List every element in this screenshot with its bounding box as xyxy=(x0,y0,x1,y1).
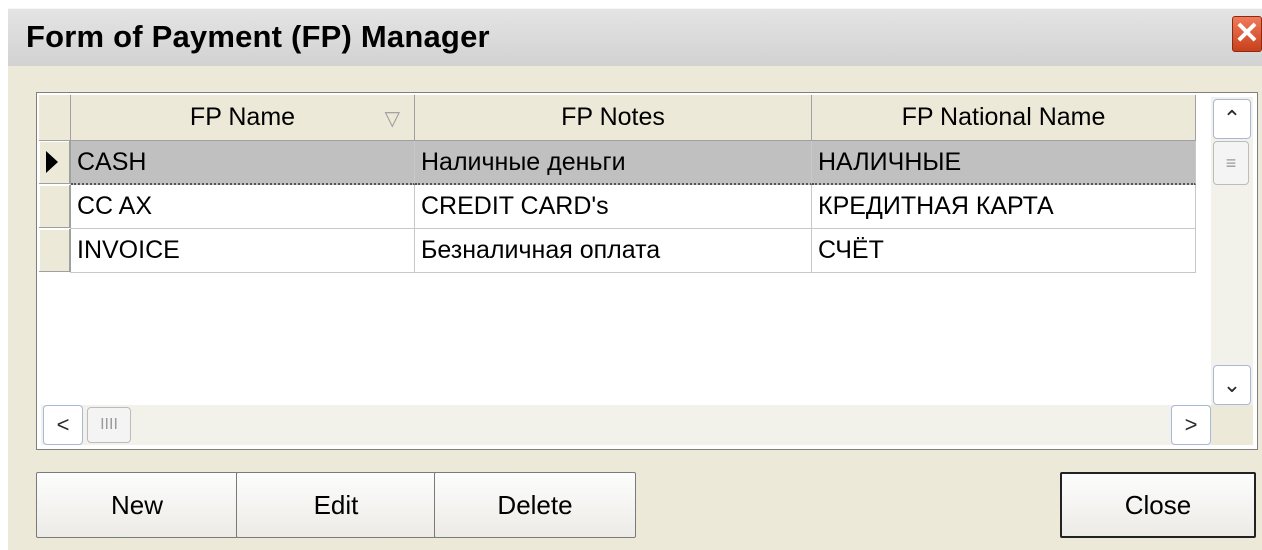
grid-corner xyxy=(39,95,71,141)
column-header-label: FP Notes xyxy=(561,103,665,131)
column-header-fp-name[interactable]: FP Name ▽ xyxy=(71,95,415,141)
current-row-arrow-icon xyxy=(46,151,58,173)
fp-manager-window: Form of Payment (FP) Manager ✕ FP Name ▽… xyxy=(0,0,1262,550)
horizontal-scrollbar[interactable]: < IIII > xyxy=(41,405,1213,445)
close-icon[interactable]: ✕ xyxy=(1232,16,1262,52)
cell-fp-national-name[interactable]: НАЛИЧНЫЕ xyxy=(812,141,1196,185)
vertical-scrollbar[interactable]: ⌃ ≡ ⌄ xyxy=(1211,97,1253,407)
vertical-scroll-thumb[interactable]: ≡ xyxy=(1213,141,1249,185)
row-selector[interactable] xyxy=(39,185,71,229)
column-header-fp-notes[interactable]: FP Notes xyxy=(415,95,812,141)
cell-fp-notes[interactable]: Безналичная оплата xyxy=(415,229,812,273)
cell-fp-notes[interactable]: Наличные деньги xyxy=(415,141,812,185)
scroll-up-button[interactable]: ⌃ xyxy=(1213,99,1251,139)
column-header-label: FP National Name xyxy=(901,103,1106,131)
window-title: Form of Payment (FP) Manager xyxy=(26,19,490,54)
column-header-label: FP Name xyxy=(189,103,296,131)
title-bar[interactable]: Form of Payment (FP) Manager ✕ xyxy=(8,8,1262,66)
sort-descending-icon: ▽ xyxy=(384,108,400,130)
new-button[interactable]: New xyxy=(36,472,238,538)
scroll-down-button[interactable]: ⌄ xyxy=(1213,365,1251,405)
cell-fp-national-name[interactable]: КРЕДИТНАЯ КАРТА xyxy=(812,185,1196,229)
scroll-left-button[interactable]: < xyxy=(43,405,83,445)
fp-grid: FP Name ▽ FP Notes FP National Name CASH… xyxy=(36,92,1258,450)
close-button[interactable]: Close xyxy=(1060,472,1256,538)
cell-fp-national-name[interactable]: СЧЁТ xyxy=(812,229,1196,273)
row-selector[interactable] xyxy=(39,229,71,273)
window-body: FP Name ▽ FP Notes FP National Name CASH… xyxy=(8,66,1262,550)
cell-fp-name[interactable]: INVOICE xyxy=(71,229,415,273)
scroll-corner xyxy=(1211,405,1253,445)
edit-button[interactable]: Edit xyxy=(236,472,436,538)
cell-fp-name[interactable]: CC AX xyxy=(71,185,415,229)
scroll-right-button[interactable]: > xyxy=(1171,405,1211,445)
column-header-fp-national-name[interactable]: FP National Name xyxy=(812,95,1196,141)
horizontal-scroll-thumb[interactable]: IIII xyxy=(87,407,131,443)
row-selector[interactable] xyxy=(39,141,71,185)
cell-fp-notes[interactable]: CREDIT CARD's xyxy=(415,185,812,229)
cell-fp-name[interactable]: CASH xyxy=(71,141,415,185)
delete-button[interactable]: Delete xyxy=(434,472,636,538)
